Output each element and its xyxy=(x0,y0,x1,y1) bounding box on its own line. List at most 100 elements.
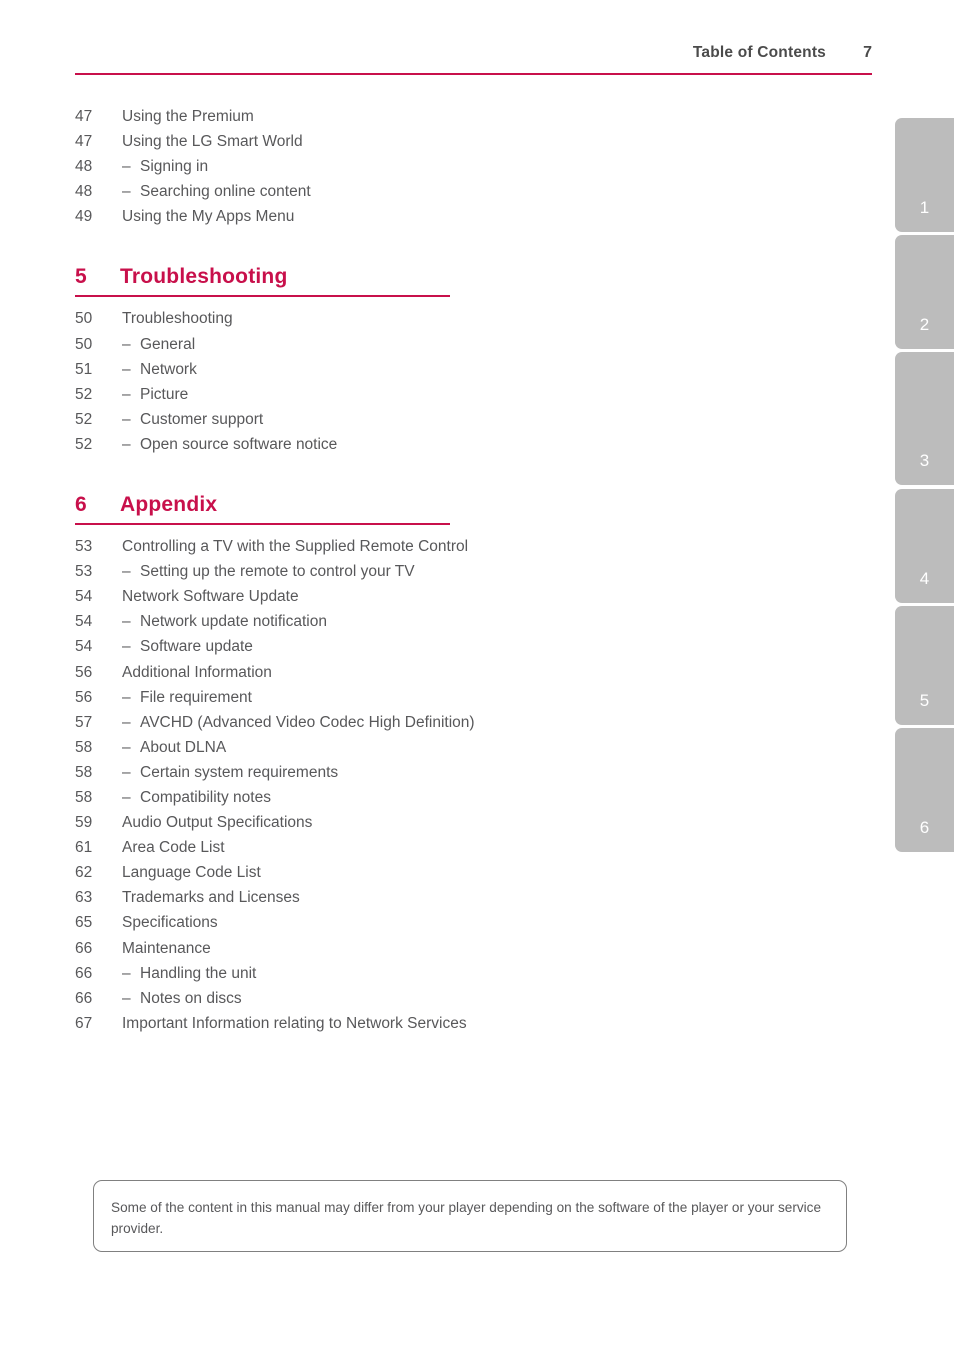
toc-entry[interactable]: 63 Trademarks and Licenses xyxy=(75,885,475,910)
toc-entry-label: – AVCHD (Advanced Video Codec High Defini… xyxy=(122,710,475,735)
toc-entry-label: – Certain system requirements xyxy=(122,760,475,785)
toc-entry[interactable]: 50 Troubleshooting xyxy=(75,306,475,331)
section-heading-rule xyxy=(75,295,450,298)
toc-entry[interactable]: 58 – About DLNA xyxy=(75,735,475,760)
toc-entry[interactable]: 48 – Searching online content xyxy=(75,179,475,204)
toc-entry-dash: – xyxy=(122,613,131,631)
header-rule xyxy=(75,73,872,75)
toc-entry-text: Notes on discs xyxy=(140,989,242,1007)
toc-entry-text: Searching online content xyxy=(140,183,311,201)
toc-entry[interactable]: 56 Additional Information xyxy=(75,660,475,685)
toc-entry-page: 47 xyxy=(75,133,93,151)
toc-entry-text: Compatibility notes xyxy=(140,788,271,806)
toc-entry-page: 66 xyxy=(75,989,93,1007)
toc-entry-page: 62 xyxy=(75,864,93,882)
side-tab-6[interactable]: 6 xyxy=(895,728,954,852)
toc-entry[interactable]: 57 – AVCHD (Advanced Video Codec High Defi… xyxy=(75,710,475,735)
section-number: 5 xyxy=(75,265,87,289)
toc-entry-dash: – xyxy=(122,788,131,806)
toc-entry-dash: – xyxy=(122,989,131,1007)
section-heading-row: 5 Troubleshooting xyxy=(75,265,450,295)
toc-entry[interactable]: 52 – Customer support xyxy=(75,407,475,432)
toc-entry-dash: – xyxy=(122,183,131,201)
side-tab-3[interactable]: 3 xyxy=(895,352,954,485)
toc-entry-label: – Customer support xyxy=(122,407,475,432)
toc-entry-dash: – xyxy=(122,435,131,453)
toc-entry-text: Network update notification xyxy=(140,613,327,631)
toc-page: Table of Contents 7 47 Using the Premium 4… xyxy=(0,0,954,1354)
toc-entry-dash: – xyxy=(122,763,131,781)
toc-entry[interactable]: 54 – Software update xyxy=(75,634,475,659)
toc-entry-page: 47 xyxy=(75,108,93,125)
toc-entry[interactable]: 51 – Network xyxy=(75,357,475,382)
side-tab-label: 6 xyxy=(919,818,930,837)
toc-entry[interactable]: 47 Using the LG Smart World xyxy=(75,129,475,154)
toc-entry-label: – Searching online content xyxy=(122,179,475,204)
section-number: 6 xyxy=(75,493,87,517)
toc-entry-page: 52 xyxy=(75,435,93,453)
toc-entry-text: Signing in xyxy=(140,158,209,176)
toc-entry[interactable]: 52 – Picture xyxy=(75,382,475,407)
toc-entry[interactable]: 52 – Open source software notice xyxy=(75,432,475,457)
side-index-tabs: 1 2 3 4 5 6 xyxy=(895,0,954,1354)
section-heading-rule xyxy=(75,523,450,526)
section-heading: 6 Appendix xyxy=(75,493,450,526)
table-of-contents: 47 Using the Premium 47 Using the LG Smart … xyxy=(75,104,475,1036)
toc-entry-text: General xyxy=(140,335,196,353)
toc-entry[interactable]: 59 Audio Output Specifications xyxy=(75,810,475,835)
toc-entry-text: AVCHD (Advanced Video Codec High Definit… xyxy=(140,713,475,731)
toc-entry-dash: – xyxy=(122,688,131,706)
toc-entry-dash: – xyxy=(122,360,131,378)
toc-entry[interactable]: 62 Language Code List xyxy=(75,860,475,885)
toc-entry[interactable]: 66 Maintenance xyxy=(75,936,475,961)
side-tab-label: 3 xyxy=(919,451,930,470)
toc-entry-page: 48 xyxy=(75,158,93,176)
toc-entry-label: – Network update notification xyxy=(122,609,475,634)
toc-entry-page: 67 xyxy=(75,1014,93,1032)
toc-entry[interactable]: 56 – File requirement xyxy=(75,685,475,710)
toc-entry[interactable]: 53 – Setting up the remote to control your… xyxy=(75,559,475,584)
toc-entry-page: 58 xyxy=(75,788,93,806)
toc-entry-label: Language Code List xyxy=(122,864,261,882)
toc-entry[interactable]: 54 – Network update notification xyxy=(75,609,475,634)
side-tab-label: 4 xyxy=(919,569,930,588)
toc-entry-page: 63 xyxy=(75,889,93,907)
toc-entry[interactable]: 54 Network Software Update xyxy=(75,584,475,609)
toc-entry[interactable]: 49 Using the My Apps Menu xyxy=(75,204,475,229)
toc-entry[interactable]: 53 Controlling a TV with the Supplied Rem… xyxy=(75,534,475,559)
toc-entry[interactable]: 50 – General xyxy=(75,332,475,357)
toc-entry-label: Important Information relating to Networ… xyxy=(122,1014,467,1032)
side-tab-1[interactable]: 1 xyxy=(895,118,954,232)
toc-entry-page: 58 xyxy=(75,738,93,756)
toc-entry-text: Picture xyxy=(140,385,189,403)
toc-entry[interactable]: 58 – Compatibility notes xyxy=(75,785,475,810)
toc-entry-label: Controlling a TV with the Supplied Remot… xyxy=(122,538,469,556)
toc-entry-page: 61 xyxy=(75,839,93,857)
toc-entry-dash: – xyxy=(122,738,131,756)
side-tab-2[interactable]: 2 xyxy=(895,235,954,349)
toc-entry-label: Additional Information xyxy=(122,663,272,681)
toc-entry-label: – Compatibility notes xyxy=(122,785,475,810)
toc-entry[interactable]: 66 – Handling the unit xyxy=(75,961,475,986)
toc-entry-label: – Handling the unit xyxy=(122,961,475,986)
toc-entry[interactable]: 65 Specifications xyxy=(75,910,475,935)
side-tab-4[interactable]: 4 xyxy=(895,489,954,603)
toc-entry-label: Audio Output Specifications xyxy=(122,814,313,832)
toc-entry-page: 50 xyxy=(75,310,93,328)
toc-entry-label: – Network xyxy=(122,357,475,382)
toc-entry[interactable]: 61 Area Code List xyxy=(75,835,475,860)
toc-entry-label: Using the Premium xyxy=(122,108,254,125)
toc-entry[interactable]: 48 – Signing in xyxy=(75,154,475,179)
toc-entry-dash: – xyxy=(122,410,131,428)
toc-entry-page: 59 xyxy=(75,814,93,832)
toc-entry-dash: – xyxy=(122,158,131,176)
section-title: Troubleshooting xyxy=(120,265,288,289)
toc-entry[interactable]: 66 – Notes on discs xyxy=(75,986,475,1011)
toc-entry[interactable]: 47 Using the Premium xyxy=(75,104,475,129)
toc-entry[interactable]: 58 – Certain system requirements xyxy=(75,760,475,785)
toc-entry[interactable]: 67 Important Information relating to Netw… xyxy=(75,1011,475,1036)
toc-entry-page: 51 xyxy=(75,360,93,378)
toc-entry-label: Troubleshooting xyxy=(122,310,233,328)
side-tab-5[interactable]: 5 xyxy=(895,606,954,725)
toc-entry-page: 52 xyxy=(75,385,93,403)
